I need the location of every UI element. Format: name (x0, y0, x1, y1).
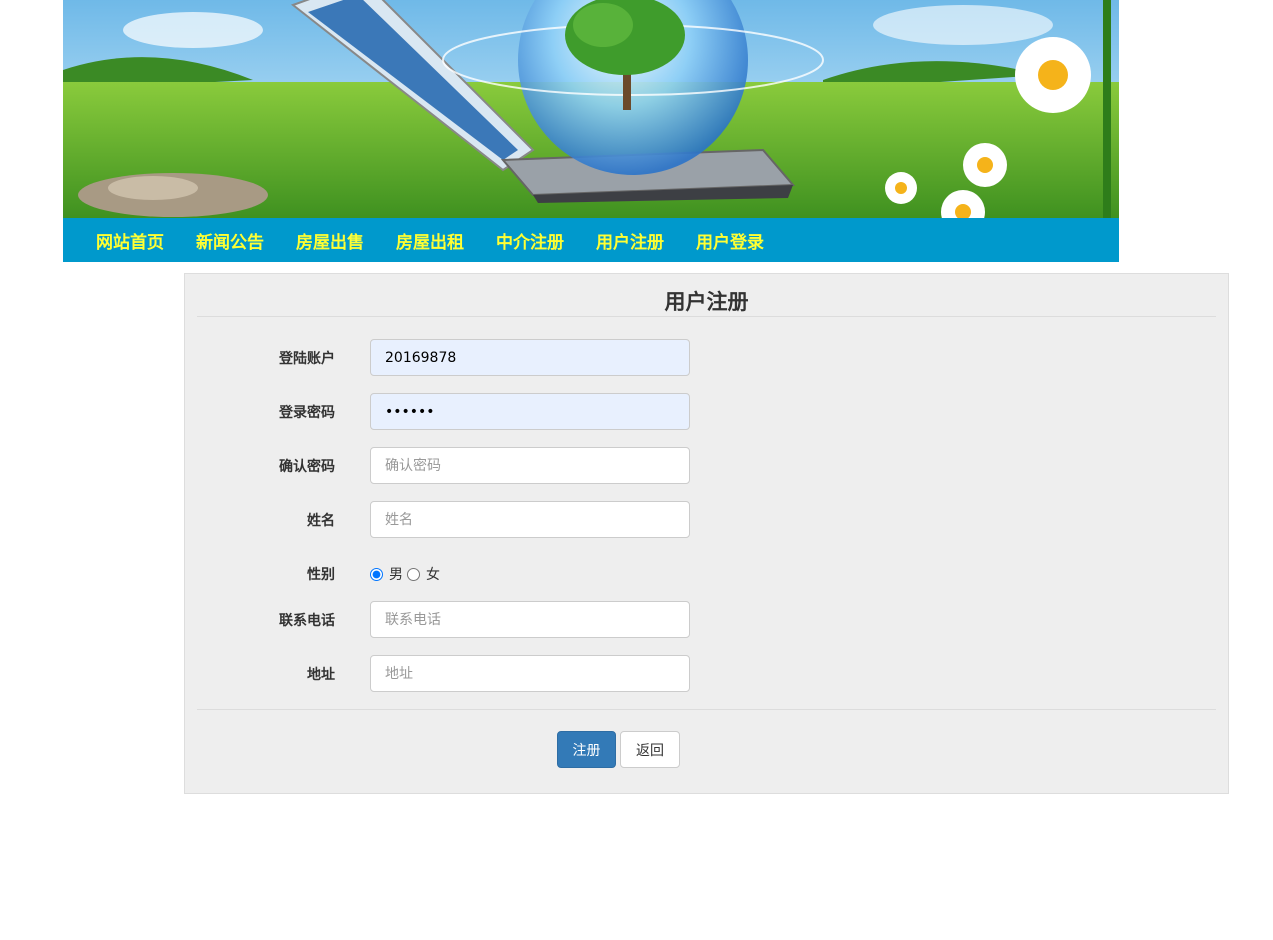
password-input[interactable] (370, 393, 690, 430)
gender-option-male: 男 (389, 567, 403, 583)
account-input[interactable] (370, 339, 690, 376)
nav-item-house-sale[interactable]: 房屋出售 (296, 228, 364, 253)
account-row: 登陆账户 (185, 339, 1228, 376)
banner-image (63, 0, 1119, 218)
gender-radio-group: 男 女 (370, 564, 444, 584)
back-button[interactable]: 返回 (620, 731, 680, 768)
name-label: 姓名 (307, 513, 335, 529)
phone-row: 联系电话 (185, 601, 1228, 638)
nav-item-user-login[interactable]: 用户登录 (696, 228, 764, 253)
footer-divider (197, 709, 1216, 710)
register-button[interactable]: 注册 (557, 731, 616, 768)
password-label: 登录密码 (279, 405, 335, 421)
gender-row: 性别 男 女 (185, 555, 1228, 592)
address-input[interactable] (370, 655, 690, 692)
nav-item-user-register[interactable]: 用户注册 (596, 228, 664, 253)
password-row: 登录密码 (185, 393, 1228, 430)
address-label: 地址 (307, 667, 335, 683)
nav-item-house-rent[interactable]: 房屋出租 (396, 228, 464, 253)
page-title: 用户注册 (664, 290, 749, 314)
title-divider (197, 316, 1216, 317)
main-nav: 网站首页 新闻公告 房屋出售 房屋出租 中介注册 用户注册 用户登录 (63, 218, 1119, 262)
nav-item-news[interactable]: 新闻公告 (196, 228, 264, 253)
name-input[interactable] (370, 501, 690, 538)
name-row: 姓名 (185, 501, 1228, 538)
phone-input[interactable] (370, 601, 690, 638)
account-label: 登陆账户 (279, 351, 335, 367)
gender-label: 性别 (307, 567, 335, 583)
gender-radio-male[interactable] (370, 567, 383, 581)
gender-radio-female[interactable] (407, 567, 420, 581)
header-banner (63, 0, 1119, 218)
nav-item-agent-register[interactable]: 中介注册 (496, 228, 564, 253)
confirm-password-input[interactable] (370, 447, 690, 484)
address-row: 地址 (185, 655, 1228, 692)
gender-option-female: 女 (426, 567, 440, 583)
confirm-password-row: 确认密码 (185, 447, 1228, 484)
phone-label: 联系电话 (279, 613, 335, 629)
nav-item-home[interactable]: 网站首页 (96, 228, 164, 253)
confirm-password-label: 确认密码 (279, 459, 335, 475)
register-panel: 用户注册 登陆账户 登录密码 确认密码 姓名 性别 男 女 联系电话 地址 注册… (184, 273, 1229, 794)
